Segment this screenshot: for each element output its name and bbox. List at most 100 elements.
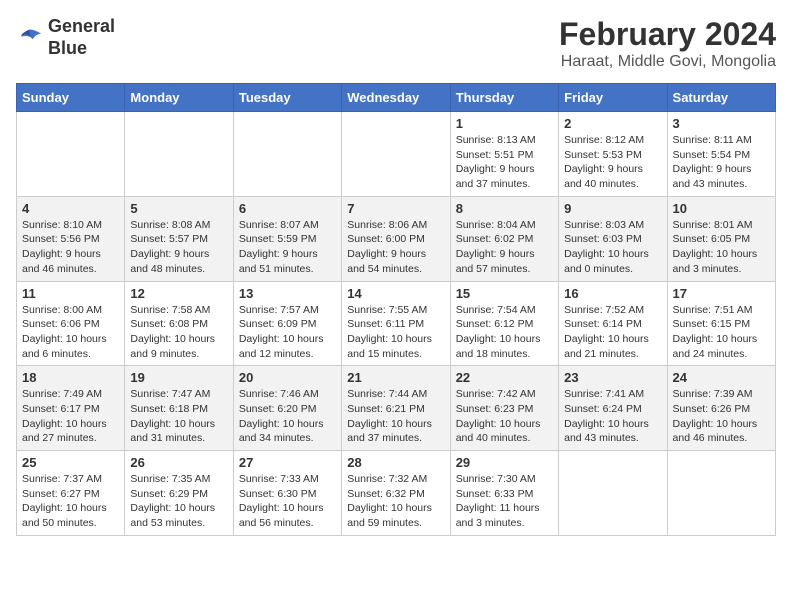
day-number: 13 xyxy=(239,286,336,301)
table-row: 5 Sunrise: 8:08 AM Sunset: 5:57 PM Daylig… xyxy=(125,196,233,281)
day-number: 10 xyxy=(673,201,770,216)
table-row: 1 Sunrise: 8:13 AM Sunset: 5:51 PM Daylig… xyxy=(450,112,558,197)
table-row: 13Sunrise: 7:57 AM Sunset: 6:09 PM Dayli… xyxy=(233,281,341,366)
col-saturday: Saturday xyxy=(667,84,775,112)
day-info: Sunrise: 7:39 AM Sunset: 6:26 PM Dayligh… xyxy=(673,387,770,446)
calendar-table: Sunday Monday Tuesday Wednesday Thursday… xyxy=(16,83,776,536)
day-info: Sunrise: 7:33 AM Sunset: 6:30 PM Dayligh… xyxy=(239,472,336,531)
location-title: Haraat, Middle Govi, Mongolia xyxy=(559,53,776,71)
table-row: 22 Sunrise: 7:42 AM Sunset: 6:23 PM Dayli… xyxy=(450,366,558,451)
day-number: 4 xyxy=(22,201,119,216)
month-title: February 2024 xyxy=(559,16,776,53)
col-tuesday: Tuesday xyxy=(233,84,341,112)
logo-line1: General xyxy=(48,16,115,38)
day-info: Sunrise: 8:11 AM Sunset: 5:54 PM Dayligh… xyxy=(673,133,770,192)
day-info: Sunrise: 7:46 AM Sunset: 6:20 PM Dayligh… xyxy=(239,387,336,446)
day-number: 8 xyxy=(456,201,553,216)
table-row: 7 Sunrise: 8:06 AM Sunset: 6:00 PM Daylig… xyxy=(342,196,450,281)
day-info: Sunrise: 8:13 AM Sunset: 5:51 PM Dayligh… xyxy=(456,133,553,192)
day-info: Sunrise: 8:00 AM Sunset: 6:06 PM Dayligh… xyxy=(22,303,119,362)
day-number: 16 xyxy=(564,286,661,301)
logo-icon xyxy=(16,24,44,52)
logo: General Blue xyxy=(16,16,115,59)
table-row: 16 Sunrise: 7:52 AM Sunset: 6:14 PM Dayli… xyxy=(559,281,667,366)
table-row: 27 Sunrise: 7:33 AM Sunset: 6:30 PM Dayli… xyxy=(233,451,341,536)
col-wednesday: Wednesday xyxy=(342,84,450,112)
day-info: Sunrise: 8:12 AM Sunset: 5:53 PM Dayligh… xyxy=(564,133,661,192)
week-row-3: 11 Sunrise: 8:00 AM Sunset: 6:06 PM Dayli… xyxy=(17,281,776,366)
logo-line2: Blue xyxy=(48,38,115,60)
day-info: Sunrise: 7:49 AM Sunset: 6:17 PM Dayligh… xyxy=(22,387,119,446)
week-row-2: 4Sunrise: 8:10 AM Sunset: 5:56 PM Daylig… xyxy=(17,196,776,281)
table-row: 28 Sunrise: 7:32 AM Sunset: 6:32 PM Dayli… xyxy=(342,451,450,536)
table-row: 21 Sunrise: 7:44 AM Sunset: 6:21 PM Dayli… xyxy=(342,366,450,451)
table-row: 9Sunrise: 8:03 AM Sunset: 6:03 PM Daylig… xyxy=(559,196,667,281)
day-number: 9 xyxy=(564,201,661,216)
table-row: 20 Sunrise: 7:46 AM Sunset: 6:20 PM Dayli… xyxy=(233,366,341,451)
day-info: Sunrise: 7:30 AM Sunset: 6:33 PM Dayligh… xyxy=(456,472,553,531)
day-info: Sunrise: 8:01 AM Sunset: 6:05 PM Dayligh… xyxy=(673,218,770,277)
day-info: Sunrise: 8:08 AM Sunset: 5:57 PM Dayligh… xyxy=(130,218,227,277)
day-number: 15 xyxy=(456,286,553,301)
day-info: Sunrise: 7:41 AM Sunset: 6:24 PM Dayligh… xyxy=(564,387,661,446)
table-row xyxy=(125,112,233,197)
table-row: 26 Sunrise: 7:35 AM Sunset: 6:29 PM Dayli… xyxy=(125,451,233,536)
day-number: 18 xyxy=(22,370,119,385)
column-header-row: Sunday Monday Tuesday Wednesday Thursday… xyxy=(17,84,776,112)
day-info: Sunrise: 7:51 AM Sunset: 6:15 PM Dayligh… xyxy=(673,303,770,362)
day-number: 21 xyxy=(347,370,444,385)
day-number: 29 xyxy=(456,455,553,470)
day-number: 20 xyxy=(239,370,336,385)
table-row: 11 Sunrise: 8:00 AM Sunset: 6:06 PM Dayli… xyxy=(17,281,125,366)
table-row: 23Sunrise: 7:41 AM Sunset: 6:24 PM Dayli… xyxy=(559,366,667,451)
day-number: 2 xyxy=(564,116,661,131)
day-info: Sunrise: 7:58 AM Sunset: 6:08 PM Dayligh… xyxy=(130,303,227,362)
week-row-4: 18 Sunrise: 7:49 AM Sunset: 6:17 PM Dayli… xyxy=(17,366,776,451)
day-info: Sunrise: 7:35 AM Sunset: 6:29 PM Dayligh… xyxy=(130,472,227,531)
day-number: 19 xyxy=(130,370,227,385)
logo-text: General Blue xyxy=(48,16,115,59)
day-number: 26 xyxy=(130,455,227,470)
table-row: 2 Sunrise: 8:12 AM Sunset: 5:53 PM Daylig… xyxy=(559,112,667,197)
day-info: Sunrise: 7:47 AM Sunset: 6:18 PM Dayligh… xyxy=(130,387,227,446)
day-number: 14 xyxy=(347,286,444,301)
table-row: 14 Sunrise: 7:55 AM Sunset: 6:11 PM Dayli… xyxy=(342,281,450,366)
table-row xyxy=(667,451,775,536)
day-number: 25 xyxy=(22,455,119,470)
week-row-5: 25Sunrise: 7:37 AM Sunset: 6:27 PM Dayli… xyxy=(17,451,776,536)
table-row: 3 Sunrise: 8:11 AM Sunset: 5:54 PM Daylig… xyxy=(667,112,775,197)
day-info: Sunrise: 7:54 AM Sunset: 6:12 PM Dayligh… xyxy=(456,303,553,362)
table-row: 17 Sunrise: 7:51 AM Sunset: 6:15 PM Dayli… xyxy=(667,281,775,366)
title-block: February 2024 Haraat, Middle Govi, Mongo… xyxy=(559,16,776,71)
day-number: 3 xyxy=(673,116,770,131)
day-number: 5 xyxy=(130,201,227,216)
day-number: 12 xyxy=(130,286,227,301)
table-row: 10 Sunrise: 8:01 AM Sunset: 6:05 PM Dayli… xyxy=(667,196,775,281)
day-info: Sunrise: 7:42 AM Sunset: 6:23 PM Dayligh… xyxy=(456,387,553,446)
col-thursday: Thursday xyxy=(450,84,558,112)
day-number: 27 xyxy=(239,455,336,470)
day-number: 1 xyxy=(456,116,553,131)
table-row: 19 Sunrise: 7:47 AM Sunset: 6:18 PM Dayli… xyxy=(125,366,233,451)
table-row: 12 Sunrise: 7:58 AM Sunset: 6:08 PM Dayli… xyxy=(125,281,233,366)
day-info: Sunrise: 8:04 AM Sunset: 6:02 PM Dayligh… xyxy=(456,218,553,277)
table-row: 24Sunrise: 7:39 AM Sunset: 6:26 PM Dayli… xyxy=(667,366,775,451)
table-row: 6Sunrise: 8:07 AM Sunset: 5:59 PM Daylig… xyxy=(233,196,341,281)
day-number: 28 xyxy=(347,455,444,470)
col-monday: Monday xyxy=(125,84,233,112)
day-info: Sunrise: 7:55 AM Sunset: 6:11 PM Dayligh… xyxy=(347,303,444,362)
table-row xyxy=(17,112,125,197)
day-number: 6 xyxy=(239,201,336,216)
day-number: 22 xyxy=(456,370,553,385)
col-friday: Friday xyxy=(559,84,667,112)
day-number: 7 xyxy=(347,201,444,216)
day-number: 17 xyxy=(673,286,770,301)
day-info: Sunrise: 7:52 AM Sunset: 6:14 PM Dayligh… xyxy=(564,303,661,362)
table-row xyxy=(559,451,667,536)
col-sunday: Sunday xyxy=(17,84,125,112)
day-number: 11 xyxy=(22,286,119,301)
day-info: Sunrise: 8:06 AM Sunset: 6:00 PM Dayligh… xyxy=(347,218,444,277)
day-info: Sunrise: 7:32 AM Sunset: 6:32 PM Dayligh… xyxy=(347,472,444,531)
day-info: Sunrise: 7:44 AM Sunset: 6:21 PM Dayligh… xyxy=(347,387,444,446)
table-row: 8 Sunrise: 8:04 AM Sunset: 6:02 PM Daylig… xyxy=(450,196,558,281)
